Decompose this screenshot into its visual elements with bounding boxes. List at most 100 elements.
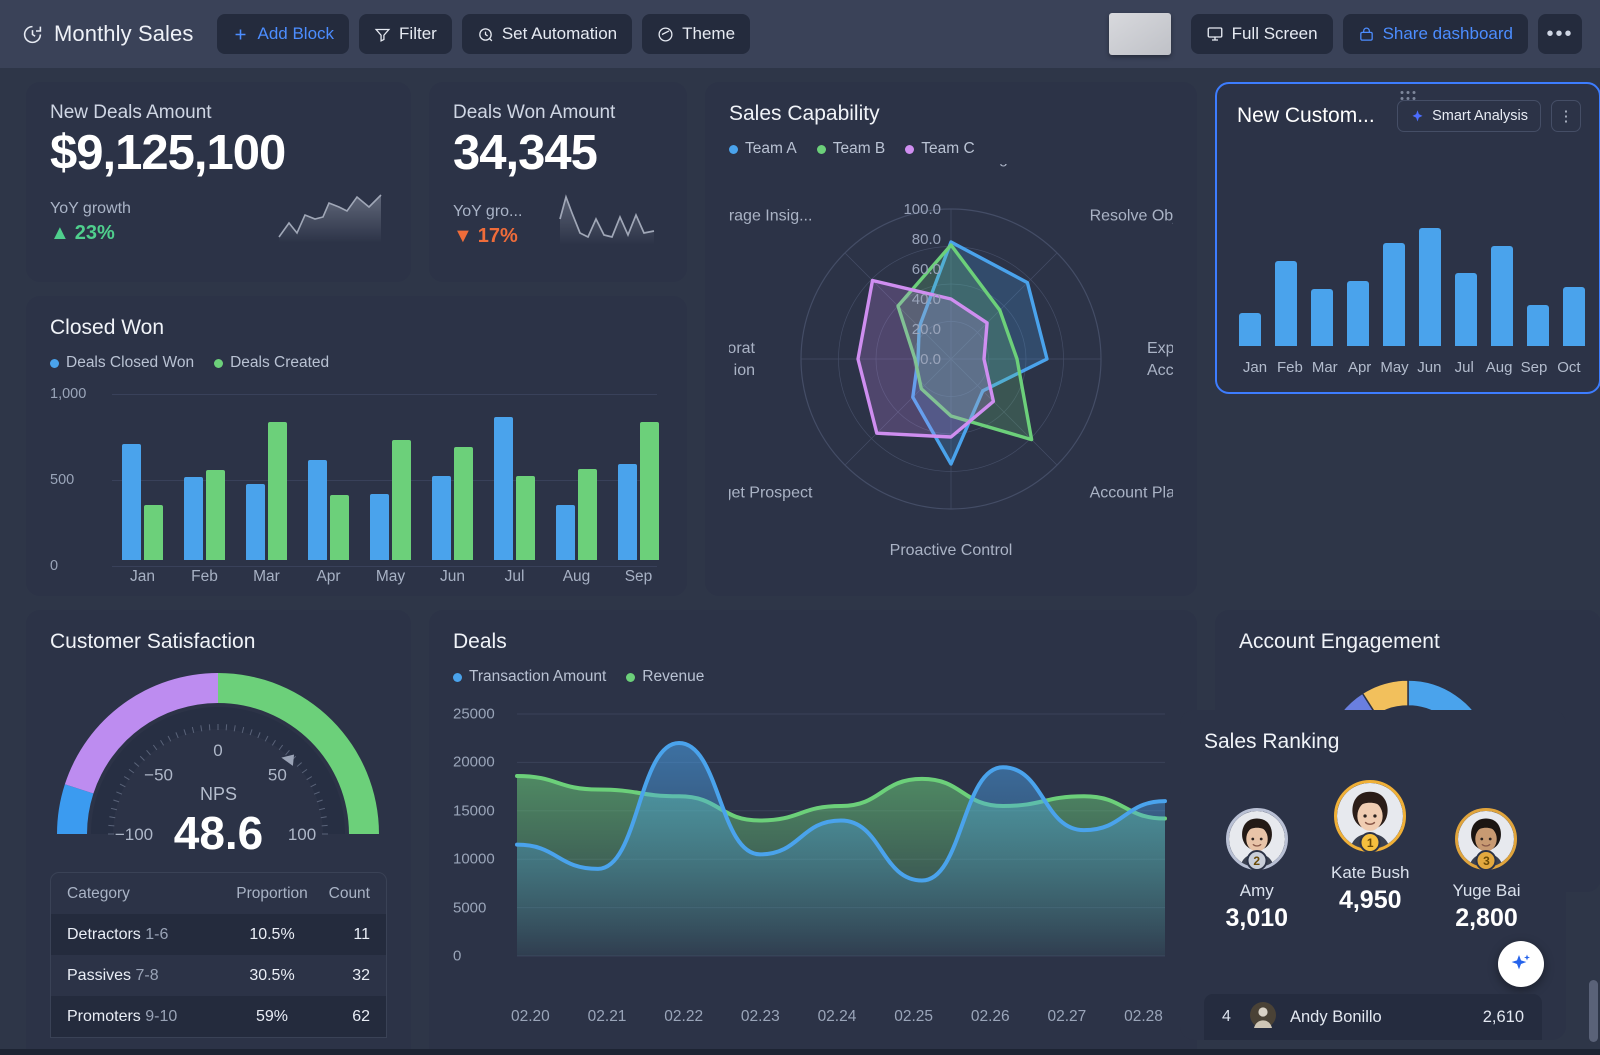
bar[interactable] <box>578 469 597 560</box>
dashboard-thumbnail[interactable] <box>1109 13 1171 55</box>
card-new-deals-amount[interactable]: New Deals Amount $9,125,100 YoY growth ▲… <box>26 82 411 282</box>
table-row[interactable]: Detractors 1-6 10.5% 11 <box>51 914 386 955</box>
card-title: Sales Capability <box>729 102 1173 126</box>
x-tick-label: 02.25 <box>894 1008 933 1026</box>
podium-name: Amy <box>1225 881 1288 901</box>
podium-entry[interactable]: 2 Amy 3,010 <box>1225 808 1288 933</box>
card-new-customers[interactable]: New Custom... Smart Analysis ⋮ JanFebMar… <box>1215 82 1600 394</box>
bar[interactable] <box>432 476 451 560</box>
card-customer-satisfaction[interactable]: Customer Satisfaction −100−50050100 NPS … <box>26 610 411 1055</box>
bar[interactable] <box>1563 287 1585 346</box>
vertical-scrollbar[interactable] <box>1589 980 1598 1042</box>
kpi-footer: YoY growth ▲ 23% <box>50 193 387 245</box>
radar-axis-label: Access <box>1147 362 1173 379</box>
avatar[interactable]: 3 <box>1455 808 1517 870</box>
bar[interactable] <box>330 495 349 560</box>
bar[interactable] <box>1311 289 1333 346</box>
legend-item[interactable]: Deals Closed Won <box>50 354 194 372</box>
drag-handle-icon[interactable] <box>1401 91 1416 100</box>
legend-item[interactable]: Team B <box>817 140 886 158</box>
x-tick-label: Jul <box>1448 359 1480 376</box>
legend-item[interactable]: Transaction Amount <box>453 668 606 686</box>
bar-group[interactable] <box>184 394 225 560</box>
bar[interactable] <box>1419 228 1441 346</box>
bar-group[interactable] <box>370 394 411 560</box>
bar-group[interactable] <box>494 394 535 560</box>
set-automation-button[interactable]: Set Automation <box>462 14 632 54</box>
full-screen-button[interactable]: Full Screen <box>1191 14 1333 54</box>
bar[interactable] <box>1275 261 1297 346</box>
legend-item[interactable]: Team C <box>905 140 974 158</box>
bar[interactable] <box>206 470 225 560</box>
kpi-delta-value: 17% <box>478 225 518 248</box>
bar[interactable] <box>184 477 203 560</box>
card-closed-won[interactable]: Closed Won Deals Closed Won Deals Create… <box>26 296 687 596</box>
gauge-value: 48.6 <box>174 806 264 860</box>
cell-proportion: 59% <box>226 1008 318 1026</box>
card-deals-won-amount[interactable]: Deals Won Amount 34,345 YoY gro... ▼ 17% <box>429 82 687 282</box>
smart-analysis-button[interactable]: Smart Analysis <box>1397 100 1541 132</box>
card-sales-capability[interactable]: Sales Capability Team A Team B Team C 0.… <box>705 82 1197 596</box>
bar-group[interactable] <box>432 394 473 560</box>
bar[interactable] <box>640 422 659 560</box>
bar[interactable] <box>1383 243 1405 346</box>
podium-score: 3,010 <box>1225 904 1288 933</box>
bar[interactable] <box>246 484 265 560</box>
card-deals[interactable]: Deals Transaction Amount Revenue 0500010… <box>429 610 1197 1055</box>
bar[interactable] <box>122 444 141 560</box>
filter-icon <box>374 26 391 43</box>
card-menu-button[interactable]: ⋮ <box>1551 100 1581 132</box>
bar[interactable] <box>1527 305 1549 346</box>
bar[interactable] <box>516 476 535 560</box>
legend-item[interactable]: Team A <box>729 140 797 158</box>
filter-button[interactable]: Filter <box>359 14 452 54</box>
radial-tick-label: 40.0 <box>912 291 941 308</box>
more-options-button[interactable]: ••• <box>1538 14 1582 54</box>
bar[interactable] <box>618 464 637 560</box>
ai-assistant-button[interactable] <box>1498 941 1544 987</box>
table-row[interactable]: Passives 7-8 30.5% 32 <box>51 955 386 996</box>
bar[interactable] <box>1239 313 1261 346</box>
podium-entry[interactable]: 1Kate Bush4,950 <box>1331 780 1409 915</box>
x-tick-label: Jul <box>494 568 535 586</box>
bar[interactable] <box>392 440 411 560</box>
bar[interactable] <box>1347 281 1369 346</box>
bar[interactable] <box>370 494 389 560</box>
bar-group[interactable] <box>122 394 163 560</box>
theme-button[interactable]: Theme <box>642 14 750 54</box>
podium-entry[interactable]: 3Yuge Bai2,800 <box>1452 808 1520 933</box>
column-header-proportion: Proportion <box>226 885 318 903</box>
legend-item[interactable]: Deals Created <box>214 354 329 372</box>
bar[interactable] <box>454 447 473 560</box>
bar[interactable] <box>308 460 327 560</box>
clock-icon <box>22 24 43 45</box>
x-tick-label: 02.20 <box>511 1008 550 1026</box>
bar-group[interactable] <box>556 394 597 560</box>
bar[interactable] <box>1455 273 1477 346</box>
avatar <box>1250 1002 1276 1033</box>
bar[interactable] <box>144 505 163 560</box>
resize-handle[interactable] <box>1592 385 1600 394</box>
avatar[interactable]: 1 <box>1334 780 1406 852</box>
bar-group[interactable] <box>308 394 349 560</box>
bar[interactable] <box>494 417 513 560</box>
theme-label: Theme <box>682 24 735 44</box>
card-sales-ranking[interactable]: Sales Ranking 2Amy3,0101Kate Bush4,9503Y… <box>1180 710 1566 1040</box>
ranking-list-item[interactable]: 4 Andy Bonillo 2,610 <box>1204 994 1542 1040</box>
table-row[interactable]: Promoters 9-10 59% 62 <box>51 996 386 1037</box>
avatar[interactable]: 2 <box>1226 808 1288 870</box>
bar[interactable] <box>268 422 287 560</box>
smart-analysis-label: Smart Analysis <box>1432 108 1528 124</box>
radial-tick-label: 0.0 <box>920 351 941 368</box>
bar[interactable] <box>556 505 575 560</box>
bar-group[interactable] <box>246 394 287 560</box>
y-tick-label: 15000 <box>453 802 495 819</box>
bar-group[interactable] <box>618 394 659 560</box>
share-dashboard-button[interactable]: Share dashboard <box>1343 14 1528 54</box>
legend-item[interactable]: Revenue <box>626 668 704 686</box>
card-title: Deals <box>453 630 1173 654</box>
add-block-button[interactable]: Add Block <box>217 14 349 54</box>
toolbar: Monthly Sales Add Block Filter Set Autom… <box>0 0 1600 68</box>
legend-label: Team A <box>745 140 797 158</box>
bar[interactable] <box>1491 246 1513 346</box>
